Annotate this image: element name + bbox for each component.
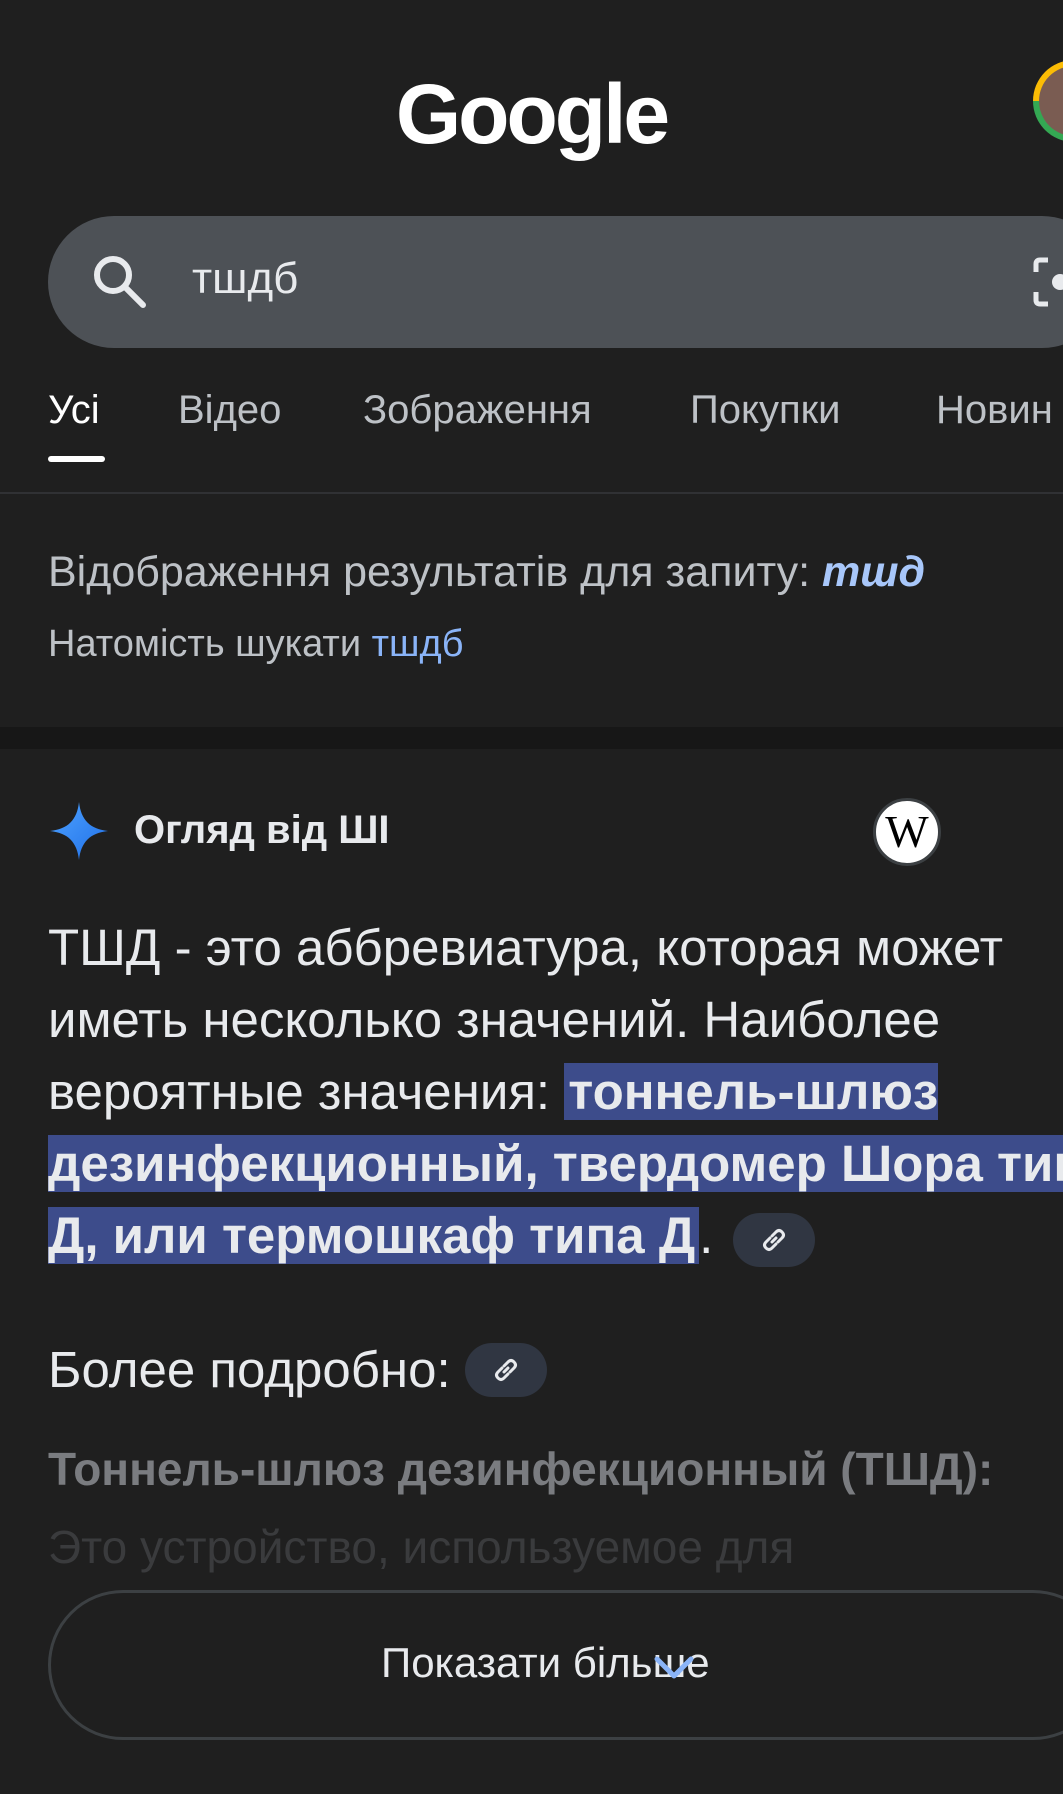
tab-news[interactable]: Новин	[936, 388, 1053, 433]
search-results-page: Google тшдб Усі Відео Зображення Покупки…	[0, 0, 1063, 1794]
original-query-link[interactable]: тшдб	[372, 623, 464, 665]
correction-prefix: Відображення результатів для запиту:	[48, 548, 823, 596]
ai-overview-text: ТШД - это аббревиатура, которая может им…	[48, 912, 1063, 1272]
search-instead: Натомість шукати тшдб	[48, 623, 463, 666]
detail-item-title: Тоннель-шлюз дезинфекционный (ТШД):	[48, 1443, 994, 1495]
chevron-down-icon	[654, 1656, 694, 1679]
spelling-correction: Відображення результатів для запиту: тшд	[48, 548, 925, 597]
search-box[interactable]: тшдб	[48, 216, 1063, 348]
google-logo[interactable]: Google	[0, 66, 1063, 163]
corrected-query-link[interactable]: тшд	[822, 548, 925, 596]
tab-video[interactable]: Відео	[178, 388, 281, 433]
sparkle-icon	[50, 802, 108, 860]
tab-shopping[interactable]: Покупки	[690, 388, 840, 433]
wikipedia-icon[interactable]: W	[873, 798, 941, 866]
tabs-divider	[0, 492, 1063, 494]
link-icon	[494, 1358, 517, 1381]
search-icon[interactable]	[90, 252, 148, 310]
instead-prefix: Натомість шукати	[48, 623, 372, 665]
more-details-label: Более подробно:	[48, 1341, 451, 1398]
more-details-link-button[interactable]	[464, 1342, 547, 1397]
tab-all[interactable]: Усі	[48, 388, 100, 433]
link-icon	[763, 1228, 786, 1251]
more-details-heading: Более подробно:	[48, 1340, 547, 1401]
ai-intro-end: .	[699, 1207, 714, 1264]
show-more-button[interactable]: Показати більше	[48, 1590, 1063, 1740]
camera-icon[interactable]	[1030, 254, 1063, 310]
source-link-button[interactable]	[733, 1212, 816, 1267]
active-tab-indicator	[48, 456, 105, 462]
section-separator	[0, 727, 1063, 749]
detail-item-text: Это устройство, используемое для	[48, 1521, 795, 1573]
tab-images[interactable]: Зображення	[363, 388, 592, 433]
search-input[interactable]: тшдб	[192, 254, 298, 304]
ai-overview-title: Огляд від ШІ	[134, 808, 390, 852]
